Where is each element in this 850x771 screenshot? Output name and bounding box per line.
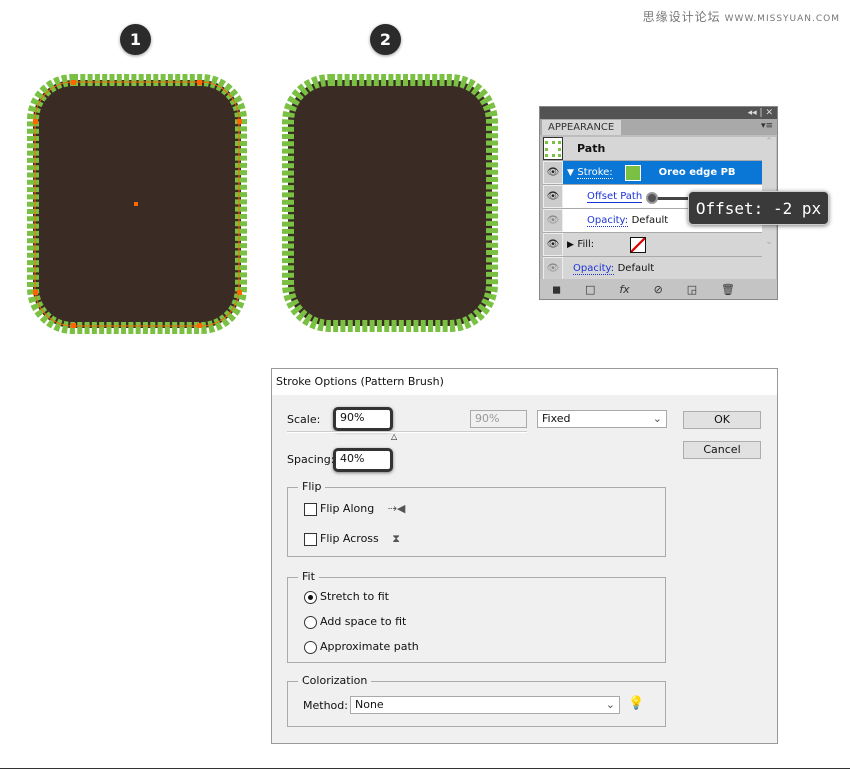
radio-stretch-to-fit[interactable]: Stretch to fit <box>304 590 389 604</box>
dialog-title: Stroke Options (Pattern Brush) <box>272 369 777 395</box>
opacity-link-2[interactable]: Opacity: <box>573 263 615 275</box>
duplicate-icon[interactable]: ◲ <box>687 283 697 296</box>
step-badge-1: 1 <box>120 24 151 55</box>
trash-icon[interactable]: 🗑 <box>721 283 735 296</box>
fit-group: Fit Stretch to fit Add space to fit Appr… <box>287 570 666 663</box>
offset-callout: Offset: -2 px <box>688 191 829 225</box>
method-label: Method: <box>303 699 348 712</box>
scale-input[interactable]: 90% <box>333 407 393 431</box>
radio-approximate-path[interactable]: Approximate path <box>304 640 419 654</box>
eye-icon[interactable]: 👁 <box>543 257 563 280</box>
eye-icon[interactable]: 👁 <box>543 209 563 232</box>
tab-appearance[interactable]: APPEARANCE <box>542 120 621 135</box>
flip-group: Flip Flip Along ⇢◀ Flip Across ⧗ <box>287 480 666 557</box>
opacity-value-2: Default <box>617 263 655 274</box>
fill-row[interactable]: 👁 ▶ Fill: <box>543 233 762 257</box>
flip-along-checkbox[interactable]: Flip Along ⇢◀ <box>304 502 405 516</box>
chevron-down-icon: ⌄ <box>605 698 615 711</box>
stroke-row[interactable]: 👁 ▼ Stroke: Oreo edge PB <box>543 161 762 185</box>
spacing-label: Spacing: <box>287 453 335 466</box>
watermark: 思缘设计论坛 WWW.MISSYUAN.COM <box>642 10 840 24</box>
flip-along-icon: ⇢◀ <box>387 502 406 515</box>
scale-label: Scale: <box>287 413 321 426</box>
path-label: Path <box>563 137 762 160</box>
eye-icon[interactable]: 👁 <box>543 161 563 184</box>
stroke-link[interactable]: Stroke: <box>577 167 613 179</box>
fx-icon[interactable]: fx <box>619 283 629 296</box>
scale-slider-track[interactable] <box>287 431 527 433</box>
add-fill-icon[interactable]: □ <box>585 283 595 296</box>
brush-name[interactable]: Oreo edge PB <box>659 167 736 178</box>
panel-menu-icon[interactable]: ▾≡ <box>761 121 773 131</box>
artwork-canvas <box>27 74 498 334</box>
clear-appearance-icon[interactable]: ⊘ <box>654 283 663 296</box>
shape-1[interactable] <box>27 74 247 334</box>
eye-icon[interactable]: 👁 <box>543 185 563 208</box>
scale-slider-handle[interactable]: △ <box>391 432 397 441</box>
radio-add-space-to-fit[interactable]: Add space to fit <box>304 615 406 629</box>
offset-path-link[interactable]: Offset Path <box>587 191 643 203</box>
opacity-value: Default <box>631 215 669 226</box>
tooltip-connector <box>657 197 689 200</box>
flip-across-icon: ⧗ <box>392 532 401 545</box>
lightbulb-tips-icon[interactable]: 💡 <box>628 696 644 711</box>
method-dropdown[interactable]: None ⌄ <box>350 696 620 714</box>
eye-icon[interactable]: 👁 <box>543 233 563 256</box>
fill-label[interactable]: Fill: <box>577 239 594 250</box>
stroke-options-dialog: Stroke Options (Pattern Brush) Scale: 90… <box>271 368 778 744</box>
flip-across-checkbox[interactable]: Flip Across ⧗ <box>304 532 400 546</box>
step-badge-2: 2 <box>370 24 401 55</box>
opacity-link[interactable]: Opacity: <box>587 215 629 227</box>
center-point <box>134 202 138 206</box>
cancel-button[interactable]: Cancel <box>683 441 761 459</box>
colorization-group: Colorization Method: None ⌄ 💡 <box>287 674 666 727</box>
panel-topbar[interactable]: ◂◂ | ✕ <box>540 107 777 119</box>
path-thumbnail-icon <box>545 140 561 157</box>
ok-button[interactable]: OK <box>683 411 761 429</box>
fill-none-swatch[interactable] <box>630 236 647 253</box>
spacing-input[interactable]: 40% <box>333 448 393 472</box>
scale-mode-dropdown[interactable]: Fixed ⌄ <box>537 410 667 428</box>
add-stroke-icon[interactable]: ◼ <box>552 283 561 296</box>
scale-max-input: 90% <box>470 410 527 428</box>
chevron-down-icon: ⌄ <box>652 412 662 425</box>
tooltip-knob <box>646 192 658 204</box>
divider <box>0 768 850 769</box>
shape-2[interactable] <box>282 74 498 332</box>
stroke-swatch[interactable] <box>624 164 641 181</box>
